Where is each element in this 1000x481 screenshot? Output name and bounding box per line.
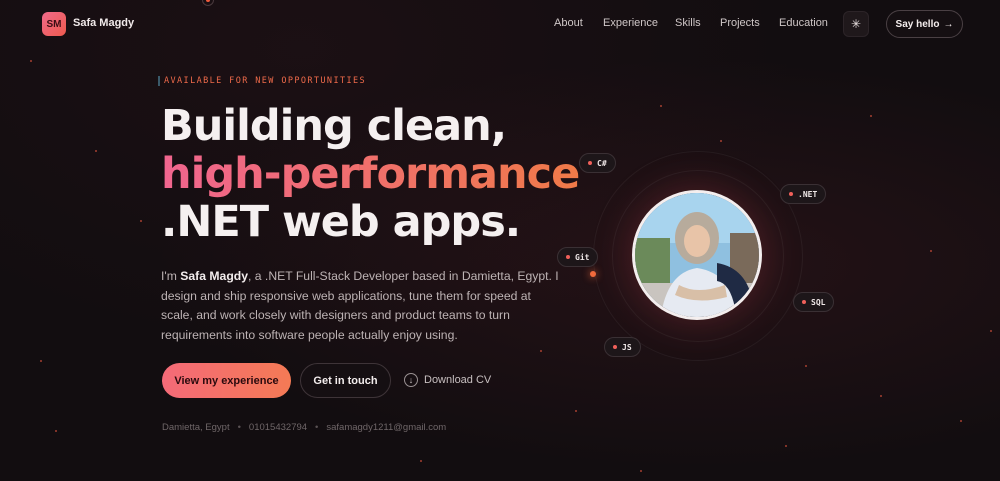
say-hello-label: Say hello <box>895 18 940 30</box>
nav-link-experience[interactable]: Experience <box>603 17 658 29</box>
download-cv-label: Download CV <box>424 374 492 386</box>
availability-label: AVAILABLE FOR NEW OPPORTUNITIES <box>158 76 366 86</box>
download-icon: ↓ <box>404 373 418 387</box>
headline-line-2: high-performance <box>161 149 580 199</box>
intro-paragraph: I'm Safa Magdy, a .NET Full-Stack Develo… <box>161 267 561 345</box>
headline-line-1: Building clean, <box>161 101 507 151</box>
tag-dot-icon <box>566 255 570 259</box>
theme-toggle-button[interactable]: ✳ <box>843 11 869 37</box>
tag-dot-icon <box>802 300 806 304</box>
nav-link-education[interactable]: Education <box>779 17 828 29</box>
sun-icon: ✳ <box>850 17 862 31</box>
arrow-right-icon: → <box>943 18 954 30</box>
tag-dot-icon <box>588 161 592 165</box>
contact-email[interactable]: safamagdy1211@gmail.com <box>326 422 446 433</box>
avatar <box>632 190 762 320</box>
nav-link-projects[interactable]: Projects <box>720 17 760 29</box>
skill-tag-label: C# <box>597 158 607 168</box>
headline-line-3: .NET web apps. <box>161 197 521 247</box>
say-hello-button[interactable]: Say hello → <box>886 10 963 38</box>
tag-dot-icon <box>789 192 793 196</box>
nav-link-skills[interactable]: Skills <box>675 17 701 29</box>
tag-dot-icon <box>613 345 617 349</box>
download-cv-link[interactable]: ↓ Download CV <box>404 373 491 387</box>
logo-name[interactable]: Safa Magdy <box>73 17 134 29</box>
avatar-photo <box>635 193 759 317</box>
decorative-dot-icon <box>202 0 214 6</box>
contact-location: Damietta, Egypt <box>162 422 230 433</box>
skill-tag-label: JS <box>622 342 632 352</box>
skill-tag-sql: SQL <box>793 292 835 312</box>
separator-dot-icon: • <box>237 422 241 433</box>
skill-tag-dotnet: .NET <box>780 184 827 204</box>
contact-phone[interactable]: 01015432794 <box>249 422 307 433</box>
skill-tag-label: Git <box>575 252 590 262</box>
skill-tag-js: JS <box>604 337 641 357</box>
contact-info: Damietta, Egypt • 01015432794 • safamagd… <box>162 422 446 433</box>
skill-tag-label: .NET <box>798 189 818 199</box>
skill-tag-git: Git <box>557 247 599 267</box>
separator-dot-icon: • <box>315 422 319 433</box>
skill-tag-label: SQL <box>811 297 826 307</box>
intro-name: Safa Magdy <box>180 269 248 283</box>
get-in-touch-button[interactable]: Get in touch <box>300 363 391 398</box>
top-nav: SM Safa Magdy About Experience Skills Pr… <box>0 0 1000 48</box>
skill-tag-csharp: C# <box>579 153 616 173</box>
intro-prefix: I'm <box>161 269 181 283</box>
orbit-dot-icon <box>590 271 596 277</box>
view-experience-button[interactable]: View my experience <box>162 363 291 398</box>
logo-badge[interactable]: SM <box>42 12 66 36</box>
nav-link-about[interactable]: About <box>554 17 583 29</box>
